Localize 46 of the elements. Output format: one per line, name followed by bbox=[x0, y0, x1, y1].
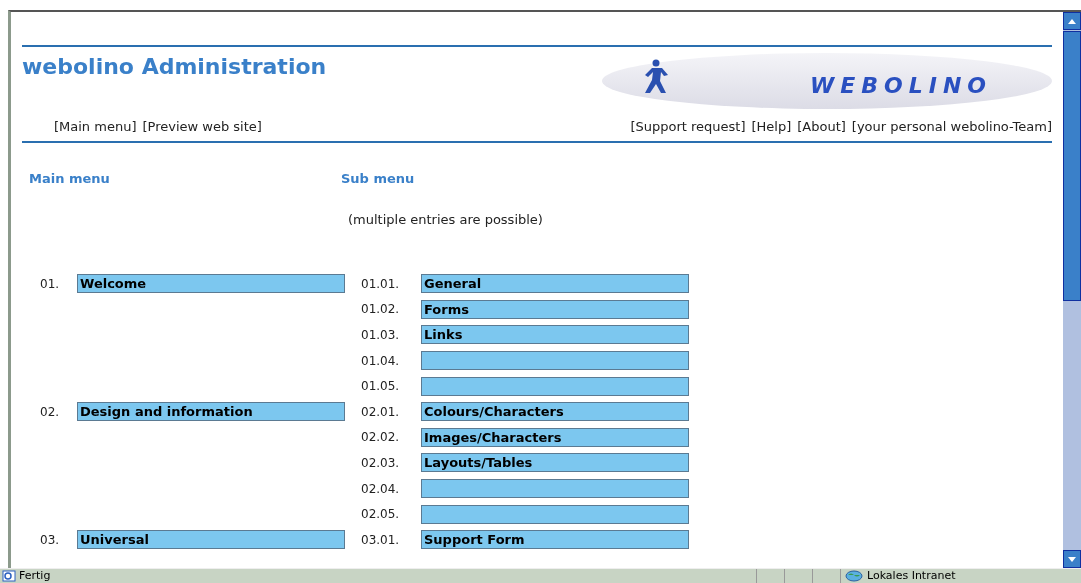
section-heading: Main menu bbox=[28, 170, 111, 188]
entry-field[interactable] bbox=[421, 479, 689, 499]
entry-field[interactable]: Layouts/Tables bbox=[421, 453, 689, 473]
status-text: Fertig bbox=[19, 567, 51, 583]
entry-field[interactable]: Colours/Characters bbox=[421, 402, 689, 422]
submenu-number: 01.01. bbox=[361, 276, 400, 291]
entry-field[interactable] bbox=[421, 504, 689, 524]
page-title: webolino Administration bbox=[22, 53, 327, 81]
submenu-number: 01.03. bbox=[361, 328, 400, 342]
entry-field[interactable]: Welcome bbox=[77, 274, 345, 294]
nav-link[interactable]: [About] bbox=[797, 117, 846, 137]
submenu-number: 03.01. bbox=[361, 532, 400, 547]
globe-icon bbox=[845, 570, 863, 582]
submenu-number: 01.05. bbox=[361, 379, 400, 394]
submenu-number: 01.02. bbox=[361, 302, 400, 317]
entry-field[interactable]: Support Form bbox=[421, 530, 689, 550]
submenu-number: 02.02. bbox=[361, 430, 400, 445]
menu-number: 03. bbox=[40, 532, 60, 547]
menu-number: 02. bbox=[40, 404, 60, 419]
nav-link[interactable]: [your personal webolino-Team] bbox=[851, 117, 1052, 137]
submenu-number: 02.01. bbox=[361, 404, 400, 419]
entry-field[interactable] bbox=[421, 376, 689, 396]
logo-drawing: WEBOLINO bbox=[602, 53, 1052, 109]
hint-text: (multiple entries are possible) bbox=[348, 211, 543, 227]
entry-field[interactable]: General bbox=[421, 274, 689, 294]
submenu-number: 02.03. bbox=[361, 455, 400, 470]
section-heading: Sub menu bbox=[341, 170, 415, 188]
entry-field[interactable]: Design and information bbox=[77, 402, 345, 422]
nav-link[interactable]: [Support request] bbox=[630, 117, 746, 137]
entry-field[interactable]: Universal bbox=[77, 530, 345, 550]
entry-field[interactable]: Forms bbox=[421, 299, 689, 319]
nav-link[interactable]: [Preview web site] bbox=[142, 117, 262, 137]
entry-field[interactable] bbox=[421, 351, 689, 371]
menu-number: 01. bbox=[40, 276, 60, 291]
nav-link[interactable]: [Main menu] bbox=[54, 117, 137, 137]
submenu-number: 02.04. bbox=[361, 481, 400, 496]
entry-field[interactable]: Links bbox=[421, 325, 689, 345]
entry-field[interactable]: Images/Characters bbox=[421, 427, 689, 447]
submenu-number: 01.04. bbox=[361, 353, 400, 368]
page-icon bbox=[2, 570, 16, 582]
scrollbar[interactable] bbox=[1063, 10, 1081, 568]
zone-text: Lokales Intranet bbox=[867, 567, 956, 583]
nav-link[interactable]: [Help] bbox=[751, 117, 792, 137]
submenu-number: 02.05. bbox=[361, 507, 400, 522]
scroll-down-icon[interactable] bbox=[1068, 556, 1076, 562]
scroll-up-icon[interactable] bbox=[1068, 18, 1076, 24]
